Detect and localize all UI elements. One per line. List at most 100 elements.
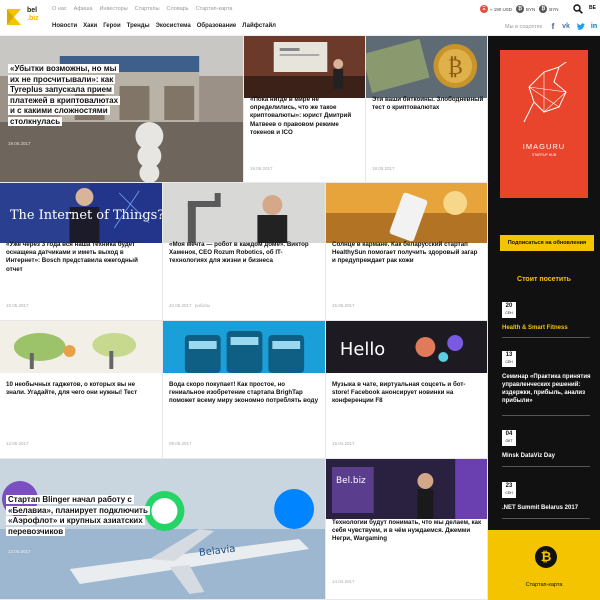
article-date: 15.05.2017 — [332, 303, 355, 308]
search-icon[interactable] — [573, 4, 583, 14]
top-links: О нас Афиша Инвесторы Стартапы Словарь С… — [52, 6, 232, 12]
nav-hacks[interactable]: Хаки — [83, 23, 97, 29]
crypto-map-label[interactable]: Стартап-карта — [488, 582, 600, 588]
byn-coin-icon-2: ₿ — [539, 5, 548, 13]
crypto-map-block[interactable]: ₿ Стартап-карта — [488, 530, 600, 600]
event-day: 23 — [505, 483, 513, 489]
iot-image-text: The Internet of Things? — [10, 208, 162, 223]
article-title[interactable]: «Пока нигде в мире не определились, что … — [250, 96, 362, 137]
belbiz-image-text: Bel.biz — [336, 476, 366, 486]
facebook-hello-image: Hello — [326, 321, 487, 373]
event-divider — [502, 518, 590, 519]
event-title[interactable]: Minsk DataViz Day — [502, 452, 592, 460]
article-date: 19.05.2017 — [8, 141, 31, 146]
top-link-startup-map[interactable]: Стартап-карта — [196, 6, 233, 12]
twitter-icon[interactable] — [576, 22, 586, 32]
event-day: 20 — [505, 303, 513, 309]
top-link-startups[interactable]: Стартапы — [135, 6, 160, 12]
hello-image-text: Hello — [340, 339, 385, 360]
imaguru-unicorn-icon — [523, 62, 568, 123]
event-month: ОКТ — [505, 439, 513, 443]
event-title[interactable]: Health & Smart Fitness — [502, 324, 592, 332]
wargaming-speaker-image: Bel.biz — [326, 459, 487, 519]
article-title[interactable]: «Моя мечта — робот в каждом доме». Викто… — [169, 241, 319, 266]
nav-trends[interactable]: Тренды — [127, 23, 150, 29]
logo-line2: .biz — [27, 15, 39, 22]
article-date: 18.05.2017 — [372, 166, 395, 171]
article-title[interactable]: Стартап Blinger начал работу с «Белавиа»… — [6, 495, 156, 537]
top-link-about[interactable]: О нас — [52, 6, 67, 12]
article-tile-healthysun[interactable]: Солнце в кармане. Как беларусский старта… — [326, 183, 488, 321]
article-date: 12.05.2017 — [6, 441, 29, 446]
event-date: 20 СЕН — [502, 302, 516, 318]
sidebar: IMAGURU STARTUP HUB Подписаться на обнов… — [488, 36, 600, 600]
article-date: 19.04.2017 — [332, 441, 355, 446]
event-month: СЕН — [505, 311, 513, 315]
imaguru-ad-banner[interactable]: IMAGURU STARTUP HUB — [500, 50, 588, 198]
article-tile-bosch[interactable]: The Internet of Things? «Уже через 3 год… — [0, 183, 163, 321]
main-nav: Новости Хаки Герои Тренды Экосистема Обр… — [52, 23, 276, 29]
article-tile-brightap[interactable]: Вода скоро покупает! Как простое, но ген… — [163, 321, 326, 459]
lawyer-presentation-image — [244, 36, 365, 98]
article-tile-wargaming[interactable]: Bel.biz Технологии будут понимать, что м… — [326, 459, 488, 600]
subscribe-button[interactable]: Подписаться на обновления — [500, 235, 594, 251]
logo-line1: bel — [27, 7, 38, 14]
article-date: 13.05.2017 — [8, 549, 31, 554]
logo-text[interactable]: bel .biz — [27, 7, 39, 23]
article-title[interactable]: Солнце в кармане. Как беларусский старта… — [332, 241, 482, 266]
page: bel .biz О нас Афиша Инвесторы Стартапы … — [0, 0, 600, 600]
article-tile-crypto-law[interactable]: «Пока нигде в мире не определились, что … — [244, 36, 366, 183]
nav-ecosystem[interactable]: Экосистема — [156, 23, 191, 29]
article-tile-blinger[interactable]: Belavia Стартап Blinger начал работу с «… — [0, 459, 326, 600]
site-header: bel .biz О нас Афиша Инвесторы Стартапы … — [0, 0, 600, 36]
article-title[interactable]: «Уже через 3 года вся наша техника будет… — [6, 241, 156, 274]
rate-byn-2-value: BYN — [549, 6, 559, 12]
article-date: 14.04.2017 — [332, 579, 355, 584]
nav-news[interactable]: Новости — [52, 23, 77, 29]
article-tile-facebook-f8[interactable]: Hello Музыка в чате, виртуальная соцсеть… — [326, 321, 488, 459]
event-day: 04 — [505, 431, 513, 437]
brightap-devices-image — [163, 321, 325, 373]
top-link-afisha[interactable]: Афиша — [74, 6, 93, 12]
article-tile-tyreplus[interactable]: «Убытки возможны, но мы их не просчитыва… — [0, 36, 244, 183]
article-title[interactable]: «Убытки возможны, но мы их не просчитыва… — [8, 64, 121, 127]
nav-education[interactable]: Образование — [197, 23, 237, 29]
event-title[interactable]: .NET Summit Belarus 2017 — [502, 504, 592, 512]
article-tile-bitcoin-test[interactable]: ₿ Эти ваши биткоины. Злободневный тест о… — [366, 36, 488, 183]
article-title[interactable]: Музыка в чате, виртуальная соцсеть и бот… — [332, 381, 482, 406]
event-divider — [502, 415, 590, 416]
event-month: СЕН — [505, 491, 513, 495]
bitcoin-coins-image: ₿ — [366, 36, 487, 98]
bitcoin-icon: ₿ — [535, 546, 557, 568]
rate-byn-value: BYN — [525, 6, 536, 12]
article-title[interactable]: Эти ваши биткоины. Злободневный тест о к… — [372, 96, 484, 112]
article-tile-gadgets[interactable]: 10 необычных гаджетов, о которых вы не з… — [0, 321, 163, 459]
language-switch[interactable]: BE — [589, 5, 596, 11]
svg-text:₿: ₿ — [448, 55, 463, 80]
currency-rates: Ξ ≈ 190 USD ₿ BYN ₿ BYN — [480, 5, 559, 13]
nav-lifestyle[interactable]: Лайфстайл — [242, 23, 276, 29]
article-tile-rozum[interactable]: «Моя мечта — робот в каждом доме». Викто… — [163, 183, 326, 321]
facebook-icon[interactable]: f — [548, 22, 558, 32]
ad-brand: IMAGURU — [522, 142, 566, 151]
rate-byn: ₿ BYN — [515, 5, 536, 13]
article-title[interactable]: Вода скоро покупает! Как простое, но ген… — [169, 381, 319, 406]
eth-coin-icon: Ξ — [480, 5, 488, 13]
event-divider — [502, 337, 590, 338]
vk-icon[interactable]: vk — [561, 22, 571, 32]
rate-eth-value: ≈ 190 USD — [490, 6, 512, 12]
article-title[interactable]: 10 необычных гаджетов, о которых вы не з… — [6, 381, 156, 397]
events-title: Стоит посетить — [517, 276, 571, 283]
linkedin-icon[interactable]: in — [589, 22, 599, 32]
robot-ceo-image — [163, 183, 325, 243]
nav-heroes[interactable]: Герои — [103, 23, 120, 29]
event-date: 04 ОКТ — [502, 430, 516, 446]
top-link-dictionary[interactable]: Словарь — [167, 6, 189, 12]
logo-icon[interactable] — [5, 7, 23, 27]
event-title[interactable]: Семинар «Практика принятия управленчески… — [502, 373, 592, 405]
event-date: 13 СЕН — [502, 351, 516, 367]
article-title[interactable]: Технологии будут понимать, что мы делаем… — [332, 519, 482, 544]
top-link-investors[interactable]: Инвесторы — [99, 6, 127, 12]
article-tag[interactable]: роботы — [195, 303, 210, 308]
article-date: 22.05.2017 — [169, 303, 192, 308]
